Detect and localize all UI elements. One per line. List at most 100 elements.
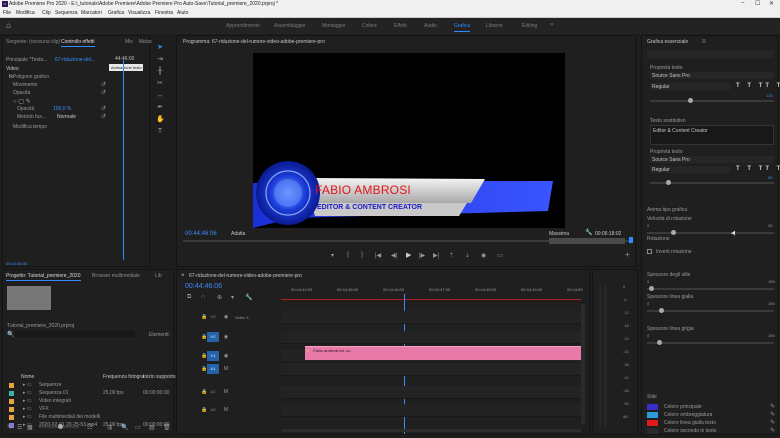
blend-mode-value[interactable]: Normale [57, 114, 76, 120]
label-color-swatch[interactable] [9, 399, 14, 404]
reset-icon[interactable]: ↺ [101, 105, 106, 112]
mark-out-button[interactable]: { [347, 252, 349, 258]
razor-tool-icon[interactable]: ✂ [156, 80, 164, 88]
effect-row-modifica-tempo[interactable]: Modifica tempo [13, 124, 47, 130]
invert-rotation-checkbox[interactable] [647, 249, 652, 254]
column-name[interactable]: Nome [21, 374, 34, 380]
timeline-timecode[interactable]: 00:44:46:06 [185, 283, 222, 290]
eyedropper-icon[interactable]: ✎ [770, 403, 775, 410]
track-lane[interactable] [281, 363, 581, 376]
linked-selection-icon[interactable]: ⊕ [217, 294, 222, 301]
tab-browser-multimediale[interactable]: Browser multimediale [92, 273, 140, 279]
track-target-v1[interactable]: V1 [207, 351, 219, 361]
eyedropper-icon[interactable]: ✎ [770, 427, 775, 434]
workspace-librerie[interactable]: Librerie [486, 23, 503, 29]
trash-icon[interactable]: 🗑 [163, 424, 171, 431]
work-area-bar[interactable] [281, 299, 581, 300]
font-size-thumb-1[interactable] [688, 98, 693, 103]
find-icon[interactable]: 🔍 [121, 424, 128, 431]
selection-tool-icon[interactable]: ➤ [156, 44, 164, 52]
tab-progetto[interactable]: Progetto: Tutorial_premiere_2020 [6, 273, 81, 281]
workspace-montaggio[interactable]: Montaggio [322, 23, 345, 29]
slip-tool-icon[interactable]: ↔ [156, 92, 164, 100]
effect-row-opacita[interactable]: Opacità [13, 90, 30, 96]
panel-menu-icon[interactable]: ≡ [702, 39, 706, 45]
workspace-apprendimento[interactable]: Apprendimento [226, 23, 260, 29]
color-swatch[interactable] [647, 404, 658, 410]
font-dropdown-1[interactable]: Source Sans Pro [650, 72, 774, 79]
menu-aiuto[interactable]: Aiuto [177, 10, 188, 16]
track-toggle-icon[interactable]: M [223, 389, 229, 395]
track-toggle-icon[interactable]: ◉ [223, 353, 229, 359]
track-toggle-icon[interactable]: M [223, 366, 229, 372]
font-style-buttons-1[interactable]: T T TT Tт [736, 83, 780, 89]
menu-grafica[interactable]: Grafica [108, 10, 124, 16]
workspace-grafica[interactable]: Grafica [454, 23, 471, 32]
track-lane[interactable] [281, 331, 581, 344]
home-icon[interactable]: ⌂ [6, 21, 11, 30]
track-lane[interactable] [281, 404, 581, 417]
eg-slider-thumb[interactable] [656, 340, 662, 345]
automate-icon[interactable]: ⇶ [107, 424, 112, 431]
menu-finestra[interactable]: Finestra [155, 10, 173, 16]
minimize-button[interactable]: – [741, 0, 744, 6]
timeline-clip-graphic[interactable]: Fabio ambrosi ed. co. fx [305, 346, 581, 360]
program-playhead[interactable] [629, 237, 633, 243]
fit-dropdown[interactable]: Adatta [231, 231, 245, 237]
effect-row-movimento[interactable]: Movimento [13, 82, 37, 88]
eg-slider-track[interactable] [647, 232, 774, 234]
reset-icon[interactable]: ↺ [101, 81, 106, 88]
ripple-edit-tool-icon[interactable]: ╫ [156, 68, 164, 76]
font-style-buttons-2[interactable]: T T TT Tт [736, 166, 780, 172]
column-fps[interactable]: Frequenza fotogra [103, 374, 144, 380]
eg-slider-thumb[interactable] [659, 308, 665, 313]
menu-file[interactable]: File [3, 10, 11, 16]
timeline-vertical-scrollbar[interactable] [581, 304, 585, 424]
eg-slider-thumb[interactable] [671, 230, 677, 235]
reset-icon[interactable]: ↺ [101, 89, 106, 96]
wrench-icon[interactable]: 🔧 [585, 229, 592, 236]
color-swatch[interactable] [647, 412, 658, 418]
tab-mix[interactable]: Mix [125, 39, 133, 45]
step-back-button[interactable]: ◀| [391, 252, 397, 259]
timeline-horizontal-scrollbar[interactable] [281, 429, 581, 432]
menu-marcatori[interactable]: Marcatori [81, 10, 102, 16]
mark-clip-button[interactable]: } [361, 252, 363, 258]
opacity-value[interactable]: 100,0 % [53, 106, 71, 112]
eg-slider-track[interactable] [647, 310, 774, 312]
track-target-a2[interactable]: A2 [207, 387, 219, 397]
export-frame-button[interactable]: ◉ [481, 252, 486, 259]
timeline-ruler[interactable]: 00:44:44:00 00:44:45:00 00:44:46:00 00:44:4… [281, 287, 583, 299]
font-size-value-1[interactable]: 125 [766, 93, 773, 98]
icon-view-icon[interactable]: ▦ [27, 424, 33, 431]
eyedropper-icon[interactable]: ✎ [770, 419, 775, 426]
list-view-icon[interactable]: ☰ [17, 424, 22, 431]
reset-icon[interactable]: ↺ [101, 113, 106, 120]
workspace-editing[interactable]: Editing [522, 23, 537, 29]
style-dropdown-2[interactable]: Regular [650, 166, 730, 173]
color-swatch[interactable] [647, 428, 658, 434]
zoom-slider-thumb[interactable] [58, 424, 63, 429]
track-toggle-icon[interactable]: ◉ [223, 314, 229, 320]
track-lane[interactable] [281, 386, 581, 399]
type-tool-icon[interactable]: T [156, 128, 164, 136]
go-to-out-button[interactable]: ▶| [433, 252, 439, 259]
comparison-view-button[interactable]: ▭ [497, 252, 503, 259]
new-bin-icon[interactable]: ▭ [135, 424, 141, 431]
timeline-close-icon[interactable]: × [181, 273, 185, 279]
master-clip-label[interactable]: Principale *Testo... [6, 57, 47, 63]
track-toggle-icon[interactable]: M [223, 407, 229, 413]
eg-slider-thumb[interactable] [649, 286, 655, 291]
track-target-v3[interactable]: V3 [207, 312, 219, 322]
quality-dropdown[interactable]: Massima [549, 231, 569, 237]
timeline-tab[interactable]: 67-riduzione-del-rumore-video-adobe-prem… [189, 273, 302, 279]
eg-slider-track[interactable] [647, 342, 774, 344]
effect-row-poligono[interactable]: Poligono grafico [13, 74, 49, 80]
track-toggle-icon[interactable]: ◉ [223, 334, 229, 340]
maximize-button[interactable]: ☐ [755, 0, 760, 7]
mark-in-button[interactable]: ▾ [331, 252, 334, 259]
workspace-colore[interactable]: Colore [362, 23, 377, 29]
label-color-swatch[interactable] [9, 415, 14, 420]
pen-tool-icon[interactable]: ✒ [156, 104, 164, 112]
snap-icon[interactable]: ∩ [201, 294, 205, 300]
